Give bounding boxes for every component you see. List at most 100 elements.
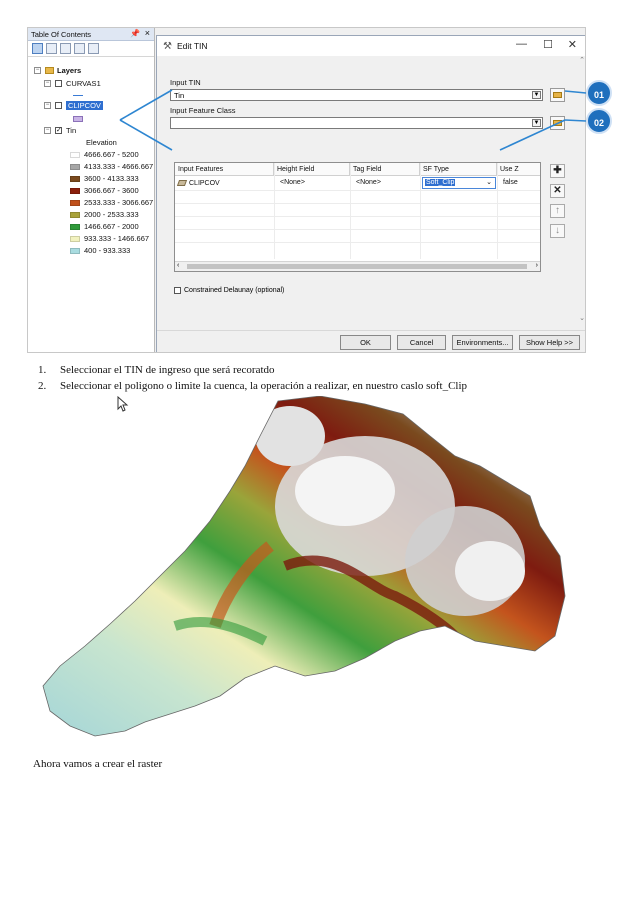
list-by-source-icon[interactable] [46,43,57,54]
move-up-button[interactable]: ↑ [550,204,565,218]
minimize-icon[interactable]: — [516,38,527,50]
row-divider [175,203,540,204]
legend-class-row[interactable]: 4133.333 - 4666.667 [70,161,153,172]
list-by-selection-icon[interactable] [74,43,85,54]
line-symbol-icon [73,95,83,96]
legend-swatch [70,163,80,170]
scroll-left-icon[interactable]: ‹ [177,262,179,269]
polygon-layer-icon [176,180,188,186]
layer-name: Tin [66,126,77,135]
dropdown-arrow-icon[interactable]: ▼ [532,91,541,99]
sf-type-dropdown[interactable]: Soft_Clip ⌄ [422,177,496,189]
legend-label: 1466.667 - 2000 [84,222,139,231]
legend-class-row[interactable]: 933.333 - 1466.667 [70,233,149,244]
column-header[interactable]: SF Type [420,163,497,176]
dialog-vertical-scrollbar[interactable]: ⌃ ⌄ [577,56,585,326]
legend-swatch [70,187,80,194]
show-help-button[interactable]: Show Help >> [519,335,580,350]
column-header[interactable]: Use Z [497,163,540,176]
column-header[interactable]: Tag Field [350,163,420,176]
dropdown-arrow-icon[interactable]: ▼ [532,119,541,127]
row-divider [175,229,540,230]
maximize-icon[interactable]: ☐ [543,38,553,51]
pin-icon[interactable]: 📌 [130,29,140,38]
table-row-feature[interactable]: CLIPCOV [175,177,274,189]
layers-group[interactable]: − Layers [34,65,81,76]
row-divider [175,216,540,217]
folder-icon [553,120,562,126]
dialog-title-bar: ⚒ Edit TIN — ☐ ✕ [157,36,585,56]
legend-swatch [70,151,80,158]
options-icon[interactable] [88,43,99,54]
input-feature-class-dropdown[interactable]: ▼ [170,117,543,129]
legend-swatch [70,235,80,242]
list-by-visibility-icon[interactable] [60,43,71,54]
sf-type-value: Soft_Clip [425,179,456,186]
horizontal-scrollbar[interactable]: ‹ › [175,261,540,271]
collapse-icon[interactable]: − [44,127,51,134]
legend-swatch [70,211,80,218]
ok-button[interactable]: OK [340,335,391,350]
legend-label: 3066.667 - 3600 [84,186,139,195]
chevron-down-icon[interactable]: ⌄ [486,178,492,186]
add-row-button[interactable]: ✚ [550,164,565,178]
clipcov-symbol-row [73,113,87,124]
layer-clipcov[interactable]: − CLIPCOV [44,100,103,111]
layer-visibility-checkbox[interactable]: ✓ [55,127,62,134]
scroll-thumb[interactable] [187,264,527,269]
collapse-icon[interactable]: − [44,102,51,109]
collapse-icon[interactable]: − [34,67,41,74]
column-header[interactable]: Height Field [274,163,350,176]
input-feature-class-label: Input Feature Class [170,106,236,115]
legend-class-row[interactable]: 3600 - 4133.333 [70,173,139,184]
close-icon[interactable]: × [145,28,150,38]
legend-class-row[interactable]: 2533.333 - 3066.667 [70,197,153,208]
scroll-right-icon[interactable]: › [536,262,538,269]
toc-title: Table Of Contents [31,30,92,39]
terrain-fill [43,396,565,736]
row-divider [175,242,540,243]
legend-swatch [70,223,80,230]
dialog-title: Edit TIN [176,41,208,51]
environments-button[interactable]: Environments... [452,335,513,350]
use-z-cell[interactable]: false [500,177,540,189]
legend-class-row[interactable]: 1466.667 - 2000 [70,221,139,232]
constrained-delaunay-checkbox[interactable] [174,287,181,294]
input-tin-dropdown[interactable]: Tin ▼ [170,89,543,101]
step-number: 2. [38,380,47,392]
delete-row-button[interactable]: ✕ [550,184,565,198]
layer-curvas[interactable]: − CURVAS1 [44,78,101,89]
move-down-button[interactable]: ↓ [550,224,565,238]
column-header[interactable]: Input Features [175,163,274,176]
tag-field-cell[interactable]: <None> [353,177,418,189]
collapse-icon[interactable]: − [44,80,51,87]
cancel-button[interactable]: Cancel [397,335,446,350]
close-icon[interactable]: ✕ [568,38,577,51]
polygon-symbol-icon [73,115,83,122]
legend-class-row[interactable]: 400 - 933.333 [70,245,130,256]
legend-class-row[interactable]: 3066.667 - 3600 [70,185,139,196]
browse-tin-button[interactable] [550,88,565,102]
layer-visibility-checkbox[interactable] [55,80,62,87]
scroll-down-icon[interactable]: ⌄ [577,314,585,322]
constrained-delaunay-option[interactable]: Constrained Delaunay (optional) [174,287,284,294]
col-divider [274,163,275,259]
legend-class-row[interactable]: 2000 - 2533.333 [70,209,139,220]
dialog-body: Input TIN Tin ▼ Input Feature Class ▼ In… [157,56,585,352]
scroll-up-icon[interactable]: ⌃ [577,56,585,64]
layer-tin[interactable]: − ✓ Tin [44,125,76,136]
legend-class-row[interactable]: 4666.667 - 5200 [70,149,139,160]
input-tin-label: Input TIN [170,78,201,87]
legend-label: 4666.667 - 5200 [84,150,139,159]
list-by-drawing-order-icon[interactable] [32,43,43,54]
legend-label: 2533.333 - 3066.667 [84,198,154,207]
callout-01: 01 [586,80,612,106]
layer-visibility-checkbox[interactable] [55,102,62,109]
legend-label: 933.333 - 1466.667 [84,234,150,243]
elevation-heading: Elevation [86,137,117,148]
instruction-step: 1. Seleccionar el TIN de ingreso que será… [38,364,467,376]
browse-feature-class-button[interactable] [550,116,565,130]
step-text: Seleccionar el TIN de ingreso que será r… [60,364,275,376]
height-field-cell[interactable]: <None> [277,177,347,189]
step-text: Seleccionar el poligono o limite la cuen… [60,380,468,392]
